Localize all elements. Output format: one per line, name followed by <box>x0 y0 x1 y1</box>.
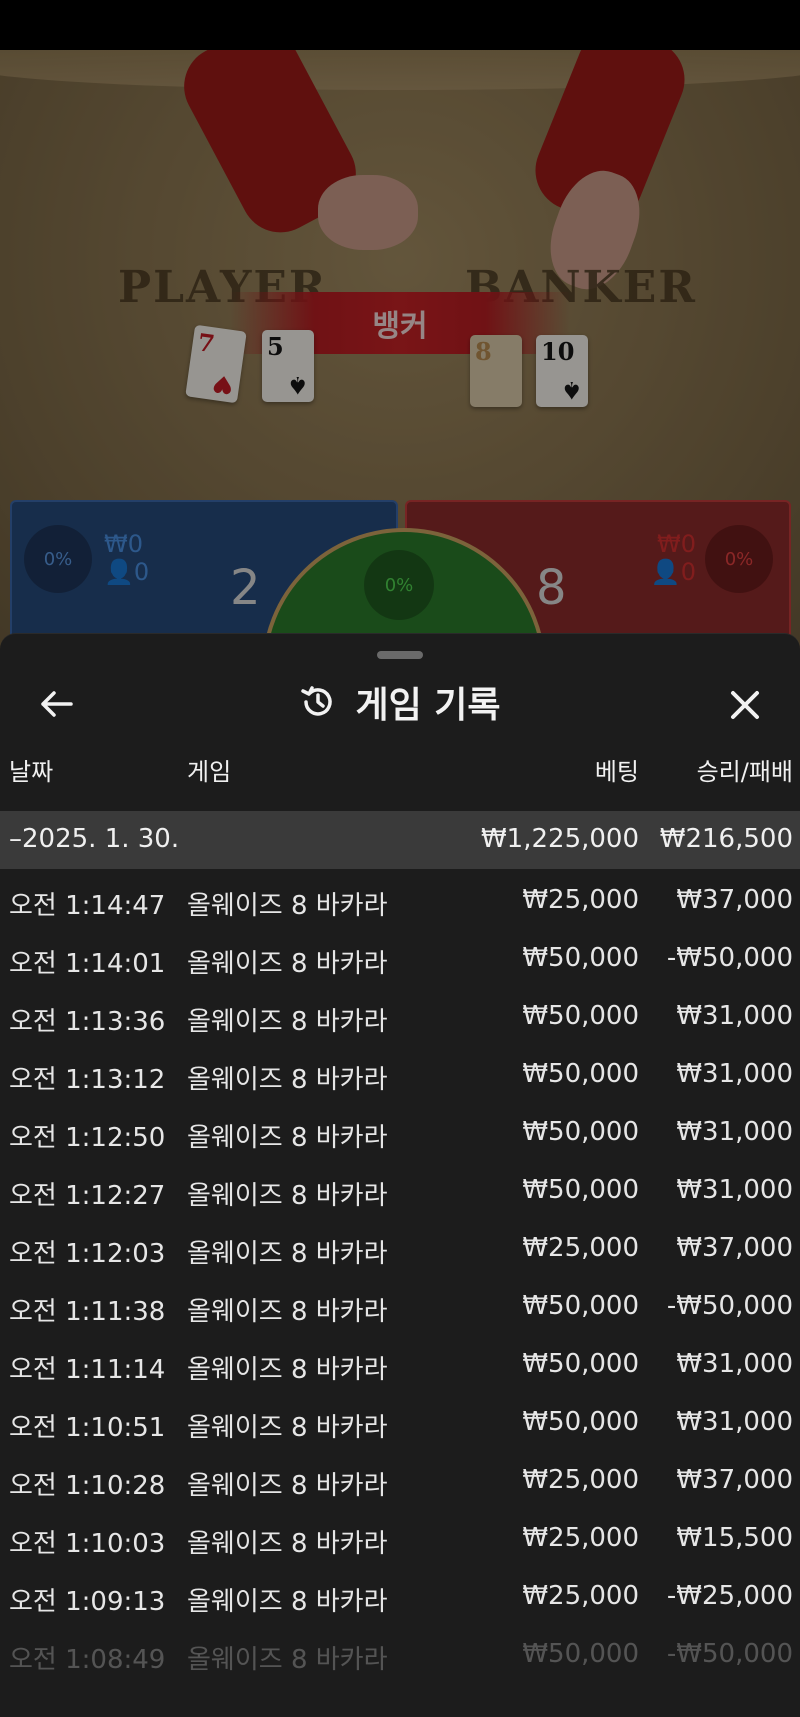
modal-backdrop[interactable] <box>0 50 800 650</box>
row-game: 올웨이즈 8 바카라 <box>187 1529 388 1559</box>
summary-date: –2025. 1. 30. <box>9 824 180 854</box>
row-bet: ₩25,000 <box>522 1523 639 1553</box>
history-rows: 오전 1:14:47 올웨이즈 8 바카라 ₩25,000 ₩37,000 오전 1:1… <box>0 869 800 1681</box>
row-bet: ₩50,000 <box>522 1117 639 1147</box>
row-bet: ₩50,000 <box>522 1291 639 1321</box>
history-clock-icon <box>301 686 333 716</box>
row-game: 올웨이즈 8 바카라 <box>187 891 388 921</box>
row-bet: ₩25,000 <box>522 1465 639 1495</box>
table-row[interactable]: 오전 1:12:27 올웨이즈 8 바카라 ₩50,000 ₩31,000 <box>0 1159 800 1217</box>
row-game: 올웨이즈 8 바카라 <box>187 1645 388 1675</box>
row-winloss: ₩31,000 <box>676 1349 793 1379</box>
row-time: 오전 1:12:03 <box>9 1239 166 1269</box>
table-row[interactable]: 오전 1:08:49 올웨이즈 8 바카라 ₩50,000 -₩50,000 <box>0 1623 800 1681</box>
date-summary-row[interactable]: –2025. 1. 30. ₩1,225,000 ₩216,500 <box>0 811 800 869</box>
row-time: 오전 1:12:27 <box>9 1181 166 1211</box>
row-winloss: ₩37,000 <box>676 1465 793 1495</box>
sheet-title: 게임 기록 <box>355 685 501 726</box>
row-winloss: ₩31,000 <box>676 1117 793 1147</box>
status-bar <box>0 0 800 50</box>
row-bet: ₩50,000 <box>522 943 639 973</box>
row-game: 올웨이즈 8 바카라 <box>187 1007 388 1037</box>
table-row[interactable]: 오전 1:10:28 올웨이즈 8 바카라 ₩25,000 ₩37,000 <box>0 1449 800 1507</box>
close-button[interactable] <box>722 682 768 728</box>
table-row[interactable]: 오전 1:11:38 올웨이즈 8 바카라 ₩50,000 -₩50,000 <box>0 1275 800 1333</box>
table-row[interactable]: 오전 1:12:50 올웨이즈 8 바카라 ₩50,000 ₩31,000 <box>0 1101 800 1159</box>
row-time: 오전 1:13:12 <box>9 1065 166 1095</box>
sheet-drag-handle[interactable] <box>377 651 423 659</box>
table-row[interactable]: 오전 1:14:47 올웨이즈 8 바카라 ₩25,000 ₩37,000 <box>0 869 800 927</box>
row-time: 오전 1:11:38 <box>9 1297 166 1327</box>
row-time: 오전 1:10:03 <box>9 1529 166 1559</box>
row-bet: ₩50,000 <box>522 1639 639 1669</box>
row-time: 오전 1:14:47 <box>9 891 166 921</box>
row-time: 오전 1:08:49 <box>9 1645 166 1675</box>
table-row[interactable]: 오전 1:09:13 올웨이즈 8 바카라 ₩25,000 -₩25,000 <box>0 1565 800 1623</box>
row-game: 올웨이즈 8 바카라 <box>187 1471 388 1501</box>
row-time: 오전 1:10:51 <box>9 1413 166 1443</box>
row-time: 오전 1:12:50 <box>9 1123 166 1153</box>
row-time: 오전 1:10:28 <box>9 1471 166 1501</box>
close-icon <box>731 691 759 719</box>
game-history-sheet: 게임 기록 날짜 게임 베팅 승리/패배 –2025. 1. 30. ₩1,22… <box>0 633 800 1717</box>
column-game[interactable]: 게임 <box>187 752 231 787</box>
row-game: 올웨이즈 8 바카라 <box>187 1413 388 1443</box>
row-time: 오전 1:13:36 <box>9 1007 166 1037</box>
column-winloss[interactable]: 승리/패배 <box>697 752 793 787</box>
table-row[interactable]: 오전 1:14:01 올웨이즈 8 바카라 ₩50,000 -₩50,000 <box>0 927 800 985</box>
row-game: 올웨이즈 8 바카라 <box>187 1123 388 1153</box>
table-row[interactable]: 오전 1:11:14 올웨이즈 8 바카라 ₩50,000 ₩31,000 <box>0 1333 800 1391</box>
column-date[interactable]: 날짜 <box>9 752 53 787</box>
row-winloss: ₩31,000 <box>676 1001 793 1031</box>
row-winloss: ₩15,500 <box>676 1523 793 1553</box>
row-winloss: -₩50,000 <box>666 1639 793 1669</box>
table-row[interactable]: 오전 1:10:51 올웨이즈 8 바카라 ₩50,000 ₩31,000 <box>0 1391 800 1449</box>
sheet-header: 게임 기록 <box>0 664 800 744</box>
row-time: 오전 1:09:13 <box>9 1587 166 1617</box>
row-bet: ₩50,000 <box>522 1175 639 1205</box>
row-time: 오전 1:11:14 <box>9 1355 166 1385</box>
row-game: 올웨이즈 8 바카라 <box>187 1065 388 1095</box>
sheet-title-group: 게임 기록 <box>0 676 800 728</box>
history-column-headers: 날짜 게임 베팅 승리/패배 <box>0 742 800 792</box>
row-winloss: ₩31,000 <box>676 1175 793 1205</box>
row-bet: ₩25,000 <box>522 1581 639 1611</box>
row-bet: ₩25,000 <box>522 1233 639 1263</box>
table-row[interactable]: 오전 1:13:12 올웨이즈 8 바카라 ₩50,000 ₩31,000 <box>0 1043 800 1101</box>
table-row[interactable]: 오전 1:10:03 올웨이즈 8 바카라 ₩25,000 ₩15,500 <box>0 1507 800 1565</box>
row-game: 올웨이즈 8 바카라 <box>187 1355 388 1385</box>
summary-bet: ₩1,225,000 <box>480 824 639 854</box>
row-bet: ₩50,000 <box>522 1349 639 1379</box>
row-winloss: -₩50,000 <box>666 943 793 973</box>
row-winloss: ₩37,000 <box>676 885 793 915</box>
row-bet: ₩50,000 <box>522 1407 639 1437</box>
row-game: 올웨이즈 8 바카라 <box>187 1587 388 1617</box>
row-game: 올웨이즈 8 바카라 <box>187 1297 388 1327</box>
row-winloss: -₩25,000 <box>666 1581 793 1611</box>
row-time: 오전 1:14:01 <box>9 949 166 979</box>
row-winloss: ₩31,000 <box>676 1407 793 1437</box>
table-row[interactable]: 오전 1:13:36 올웨이즈 8 바카라 ₩50,000 ₩31,000 <box>0 985 800 1043</box>
row-bet: ₩50,000 <box>522 1001 639 1031</box>
row-bet: ₩50,000 <box>522 1059 639 1089</box>
row-game: 올웨이즈 8 바카라 <box>187 1239 388 1269</box>
column-bet[interactable]: 베팅 <box>595 752 639 787</box>
summary-winloss: ₩216,500 <box>659 824 793 854</box>
row-game: 올웨이즈 8 바카라 <box>187 949 388 979</box>
row-winloss: ₩31,000 <box>676 1059 793 1089</box>
row-winloss: -₩50,000 <box>666 1291 793 1321</box>
row-winloss: ₩37,000 <box>676 1233 793 1263</box>
row-game: 올웨이즈 8 바카라 <box>187 1181 388 1211</box>
table-row[interactable]: 오전 1:12:03 올웨이즈 8 바카라 ₩25,000 ₩37,000 <box>0 1217 800 1275</box>
row-bet: ₩25,000 <box>522 885 639 915</box>
